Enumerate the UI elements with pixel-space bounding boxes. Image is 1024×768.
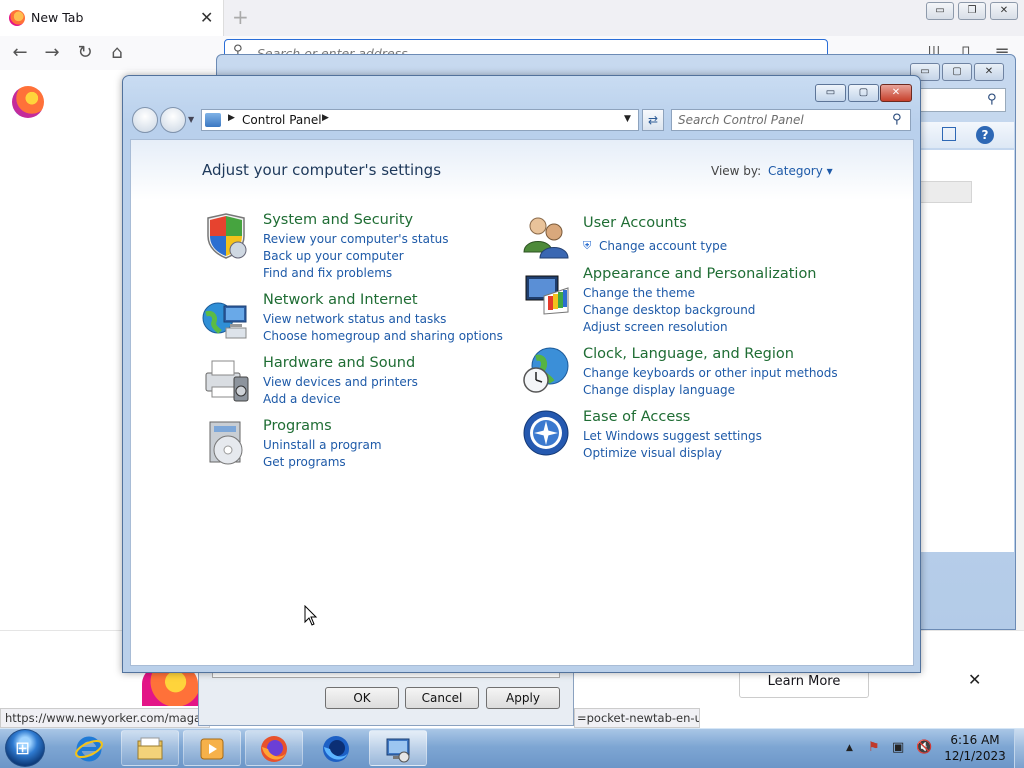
background-search-box[interactable]: ⚲ <box>920 88 1006 112</box>
firefox-close-button[interactable]: ✕ <box>990 2 1018 20</box>
category-clock-language-region[interactable]: Clock, Language, and Region <box>583 346 794 362</box>
link-display-language[interactable]: Change display language <box>583 383 735 397</box>
tab-title: New Tab <box>31 10 84 25</box>
link-change-account-type[interactable]: Change account type <box>599 239 727 253</box>
pane-icon[interactable] <box>942 127 956 141</box>
firefox-favicon-icon <box>9 10 25 26</box>
tab-close-icon[interactable]: ✕ <box>200 8 213 27</box>
search-icon[interactable]: ⚲ <box>892 112 902 127</box>
breadcrumb-control-panel[interactable]: Control Panel <box>242 113 322 127</box>
category-programs[interactable]: Programs <box>263 418 332 434</box>
control-panel-small-icon <box>205 113 221 127</box>
volume-muted-icon[interactable]: 🔇 <box>916 740 932 755</box>
maximize-button[interactable]: ▢ <box>848 84 879 102</box>
close-button[interactable]: ✕ <box>880 84 912 102</box>
firefox-restore-button[interactable]: ❐ <box>958 2 986 20</box>
firefox-logo-icon <box>12 86 44 118</box>
category-ease-of-access[interactable]: Ease of Access <box>583 409 690 425</box>
view-by-dropdown[interactable]: Category ▾ <box>768 164 833 178</box>
cancel-button[interactable]: Cancel <box>405 687 479 709</box>
link-change-theme[interactable]: Change the theme <box>583 286 695 300</box>
network-globe-icon[interactable] <box>202 294 250 342</box>
view-by-label: View by: <box>711 164 762 178</box>
link-change-keyboards[interactable]: Change keyboards or other input methods <box>583 366 838 380</box>
firefox-minimize-button[interactable]: ▭ <box>926 2 954 20</box>
back-button[interactable] <box>132 107 158 133</box>
status-url-left: https://www.newyorker.com/magaz <box>0 708 210 728</box>
background-toolbar <box>920 122 1014 148</box>
forward-icon[interactable]: → <box>40 41 64 65</box>
reload-icon[interactable]: ↻ <box>73 41 97 65</box>
uac-shield-icon: ⛨ <box>583 239 592 252</box>
background-close-button[interactable]: ✕ <box>974 63 1004 81</box>
link-devices-printers[interactable]: View devices and printers <box>263 375 418 389</box>
mouse-cursor-icon <box>304 605 318 626</box>
breadcrumb-arrow-icon[interactable]: ▶ <box>322 113 329 123</box>
ok-button[interactable]: OK <box>325 687 399 709</box>
link-backup[interactable]: Back up your computer <box>263 249 404 263</box>
category-network-internet[interactable]: Network and Internet <box>263 292 418 308</box>
link-review-status[interactable]: Review your computer's status <box>263 232 449 246</box>
tab-new-tab[interactable]: New Tab ✕ <box>0 0 224 36</box>
apply-button[interactable]: Apply <box>486 687 560 709</box>
link-desktop-background[interactable]: Change desktop background <box>583 303 755 317</box>
back-icon[interactable]: ← <box>8 41 32 65</box>
breadcrumb-arrow-icon[interactable]: ▶ <box>228 113 235 123</box>
programs-disc-icon[interactable] <box>202 418 250 466</box>
action-center-icon[interactable]: ⚑ <box>868 740 880 755</box>
users-icon[interactable] <box>522 212 570 260</box>
clock-time[interactable]: 6:16 AM <box>940 733 1010 747</box>
link-screen-resolution[interactable]: Adjust screen resolution <box>583 320 728 334</box>
internet-explorer-icon <box>75 736 103 762</box>
link-homegroup[interactable]: Choose homegroup and sharing options <box>263 329 503 343</box>
background-maximize-button[interactable]: ▢ <box>942 63 972 81</box>
printer-speaker-icon[interactable] <box>202 355 250 403</box>
link-find-fix[interactable]: Find and fix problems <box>263 266 392 280</box>
media-player-icon <box>200 738 224 760</box>
link-windows-suggest[interactable]: Let Windows suggest settings <box>583 429 762 443</box>
home-icon[interactable]: ⌂ <box>105 41 129 65</box>
category-system-security[interactable]: System and Security <box>263 212 413 228</box>
recent-pages-icon[interactable]: ▼ <box>188 115 194 124</box>
control-panel-icon <box>386 738 410 763</box>
firefox-icon <box>261 736 287 762</box>
banner-close-icon[interactable]: ✕ <box>968 670 981 689</box>
link-get-programs[interactable]: Get programs <box>263 455 346 469</box>
search-placeholder: Search Control Panel <box>678 113 804 127</box>
address-bar[interactable]: ▶ Control Panel ▶ ▼ <box>201 109 639 131</box>
firefox-developer-icon <box>323 736 349 762</box>
forward-button[interactable] <box>160 107 186 133</box>
background-content <box>920 150 1014 552</box>
background-field <box>920 181 972 203</box>
link-optimize-display[interactable]: Optimize visual display <box>583 446 722 460</box>
shield-icon[interactable] <box>202 212 250 260</box>
link-network-status[interactable]: View network status and tasks <box>263 312 446 326</box>
search-input[interactable]: Search Control Panel ⚲ <box>671 109 911 131</box>
background-search-icon: ⚲ <box>987 92 997 107</box>
address-dropdown-icon[interactable]: ▼ <box>624 114 631 124</box>
link-uninstall-program[interactable]: Uninstall a program <box>263 438 382 452</box>
ease-of-access-icon[interactable] <box>522 409 570 457</box>
globe-clock-icon[interactable] <box>522 346 570 394</box>
firefox-tab-bar: New Tab ✕ + ▭ ❐ ✕ <box>0 0 1024 36</box>
help-icon[interactable]: ? <box>976 126 994 144</box>
category-user-accounts[interactable]: User Accounts <box>583 215 687 231</box>
category-appearance[interactable]: Appearance and Personalization <box>583 266 817 282</box>
file-explorer-icon <box>137 737 163 760</box>
status-url-right: =pocket-newtab-en-us <box>574 708 700 728</box>
back-forward-buttons: ▼ <box>132 107 194 133</box>
link-add-device[interactable]: Add a device <box>263 392 341 406</box>
clock-date[interactable]: 12/1/2023 <box>940 749 1010 763</box>
windows-logo-icon: ⊞ <box>15 738 31 759</box>
show-desktop-button[interactable] <box>1014 729 1024 768</box>
minimize-button[interactable]: ▭ <box>815 84 846 102</box>
new-tab-button[interactable]: + <box>232 5 249 29</box>
network-tray-icon[interactable]: ▣ <box>892 740 904 755</box>
refresh-button[interactable]: ⇄ <box>642 109 664 131</box>
page-title: Adjust your computer's settings <box>202 161 442 179</box>
monitor-palette-icon[interactable] <box>522 270 570 318</box>
show-hidden-icons-icon[interactable]: ▲ <box>846 743 853 753</box>
category-hardware-sound[interactable]: Hardware and Sound <box>263 355 415 371</box>
